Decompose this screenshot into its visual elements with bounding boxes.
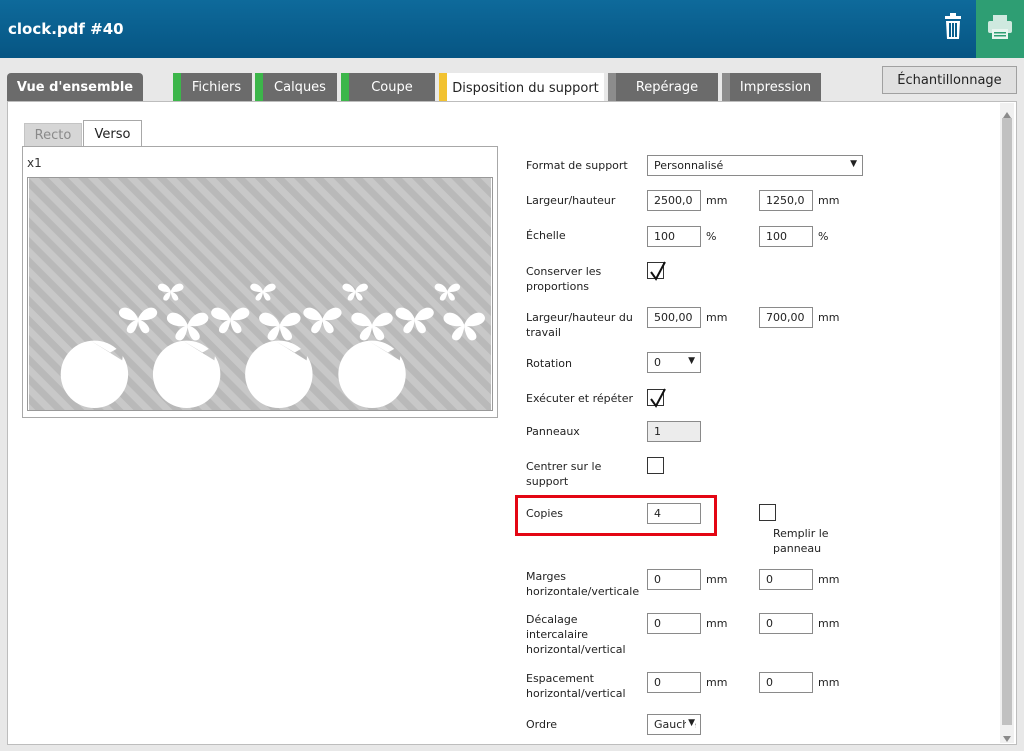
chevron-down-icon: ▼ [848,159,857,169]
copies-label: Copies [526,507,563,520]
tab-overview[interactable]: Vue d'ensemble [7,73,143,101]
offset-h-input[interactable] [647,613,701,634]
print-button[interactable] [976,0,1024,58]
tab-cut[interactable]: Coupe [341,73,435,101]
job-width-unit: mm [706,311,728,324]
media-height-unit: mm [818,194,840,207]
tab-registration-label: Repérage [635,79,699,95]
fill-panel-checkbox[interactable] [759,504,776,521]
trash-icon [945,13,961,39]
rotation-value: 0 [654,356,661,369]
tab-media-layout-label: Disposition du support [452,80,599,96]
checkmark-icon [650,388,666,408]
spacing-h-unit: mm [706,676,728,689]
tab-recto[interactable]: Recto [24,123,82,147]
sampling-button[interactable]: Échantillonnage [882,66,1017,94]
tab-media-layout[interactable]: Disposition du support [439,73,604,103]
panels-label: Panneaux [526,425,580,438]
keep-proportions-label: Conserver les proportions [526,265,602,293]
center-checkbox[interactable] [647,457,664,474]
tab-registration[interactable]: Repérage [608,73,718,101]
job-height-unit: mm [818,311,840,324]
media-height-input[interactable] [759,190,813,211]
scrollbar-thumb[interactable] [1002,118,1012,725]
margins-label: Marges horizontale/verticale [526,570,640,598]
scale-label: Échelle [526,229,566,242]
tab-overview-label: Vue d'ensemble [16,79,134,95]
margin-v-unit: mm [818,573,840,586]
status-strip-yellow [439,73,447,103]
order-label: Ordre [526,718,558,731]
triangle-down-icon [1003,736,1011,742]
scale-x-input[interactable] [647,226,701,247]
panels-input [647,421,701,442]
scroll-up-arrow[interactable] [1002,105,1012,118]
media-format-label: Format de support [526,159,628,172]
tab-layers-label: Calques [274,79,326,95]
media-format-value: Personnalisé [654,159,724,172]
center-label: Centrer sur le support [526,460,602,488]
delete-button[interactable] [936,8,970,48]
status-strip-gray [608,73,616,101]
offset-v-input[interactable] [759,613,813,634]
job-size-label: Largeur/hauteur du travail [526,311,633,339]
scale-y-unit: % [818,230,829,243]
offset-v-unit: mm [818,617,840,630]
offset-h-unit: mm [706,617,728,630]
scroll-down-arrow[interactable] [1002,729,1012,742]
rotation-label: Rotation [526,357,573,370]
tab-files-label: Fichiers [191,79,242,95]
chevron-down-icon: ▼ [686,718,695,728]
app-header: clock.pdf #40 [0,0,1024,58]
spacing-h-input[interactable] [647,672,701,693]
spacing-v-input[interactable] [759,672,813,693]
keep-proportions-checkbox[interactable] [647,261,666,281]
order-select[interactable]: Gauche ▼ [647,714,701,735]
margin-h-input[interactable] [647,569,701,590]
printer-icon [988,15,1012,39]
status-strip-green [173,73,181,101]
scale-x-unit: % [706,230,717,243]
status-strip-gray [722,73,730,101]
status-strip-green [341,73,349,101]
tab-verso[interactable]: Verso [83,120,142,147]
tab-print[interactable]: Impression [722,73,821,101]
step-repeat-label: Exécuter et répéter [526,392,633,405]
copy-count-label: x1 [27,156,42,170]
spacing-v-unit: mm [818,676,840,689]
tab-layers[interactable]: Calques [255,73,337,101]
media-preview [27,177,493,411]
checkmark-icon [650,261,666,281]
media-format-select[interactable]: Personnalisé ▼ [647,155,863,176]
offset-label: Décalage intercalaire horizontal/vertica… [526,613,626,656]
step-repeat-checkbox[interactable] [647,388,666,408]
rotation-select[interactable]: 0 ▼ [647,352,701,373]
spacing-label: Espacement horizontal/vertical [526,672,626,700]
tab-files[interactable]: Fichiers [173,73,252,101]
margin-v-input[interactable] [759,569,813,590]
media-width-input[interactable] [647,190,701,211]
job-height-input[interactable] [759,307,813,328]
copies-input[interactable] [647,503,701,524]
fill-panel-label: Remplir le panneau [773,527,829,555]
scale-y-input[interactable] [759,226,813,247]
tab-cut-label: Coupe [371,79,413,95]
document-title: clock.pdf #40 [8,20,124,38]
margin-h-unit: mm [706,573,728,586]
media-width-unit: mm [706,194,728,207]
job-width-input[interactable] [647,307,701,328]
width-height-label: Largeur/hauteur [526,194,616,207]
tab-print-label: Impression [739,79,812,95]
status-strip-green [255,73,263,101]
chevron-down-icon: ▼ [686,356,695,366]
